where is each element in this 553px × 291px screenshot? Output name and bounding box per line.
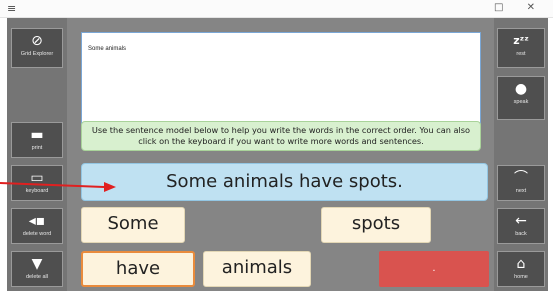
back-label: back [515,231,527,237]
back-button[interactable]: ← back [497,208,545,244]
grid-explorer-label: Grid Explorer [20,51,54,57]
printer-icon: ▬ [30,127,44,143]
next-icon: ⌒ [514,170,528,186]
word-tile-spots[interactable]: spots [321,207,431,243]
home-icon: ⌂ [516,256,526,272]
text-editor-value: Some animals [88,46,127,52]
text-editor[interactable]: Some animals [81,32,481,126]
home-button[interactable]: ⌂ home [497,251,545,287]
menu-icon[interactable]: ≡ [7,2,16,15]
delete-word-icon: ◂▪ [28,213,46,229]
main-area: Some animals Use the sentence model belo… [67,18,494,291]
delete-all-button[interactable]: ▼ delete all [11,251,63,287]
title-bar: ≡ □ ✕ [0,0,553,18]
trash-icon: ▼ [31,256,43,272]
rest-label: rest [516,51,526,57]
pointer-arrow-icon [0,182,116,192]
word-tile-animals[interactable]: animals [203,251,311,287]
next-button[interactable]: ⌒ next [497,165,545,201]
delete-all-label: delete all [25,274,49,280]
back-arrow-icon: ← [515,213,527,229]
speech-bubble-icon: ● [514,81,528,97]
print-label: print [31,145,43,151]
red-action-button[interactable]: . [379,251,489,287]
window-controls[interactable]: □ ✕ [494,2,545,13]
home-label: home [514,274,528,280]
compass-icon: ⊘ [31,33,43,49]
sleep-icon: zᶻᶻ [513,34,529,47]
left-panel: ⊘ Grid Explorer ▬ print ▭ keyboard ◂▪ de… [7,18,67,291]
print-button[interactable]: ▬ print [11,122,63,158]
delete-word-button[interactable]: ◂▪ delete word [11,208,63,244]
right-panel: zᶻᶻ rest ● speak ⌒ next ← back ⌂ home [494,18,548,291]
instruction-box: Use the sentence model below to help you… [81,121,481,151]
next-label: next [515,188,527,194]
speak-label: speak [513,99,529,105]
sentence-model[interactable]: Some animals have spots. [81,163,488,201]
rest-button[interactable]: zᶻᶻ rest [497,28,545,68]
speak-button[interactable]: ● speak [497,76,545,120]
word-tile-some[interactable]: Some [81,207,185,243]
delete-word-label: delete word [22,231,52,237]
grid-explorer-button[interactable]: ⊘ Grid Explorer [11,28,63,68]
word-tile-have[interactable]: have [81,251,195,287]
